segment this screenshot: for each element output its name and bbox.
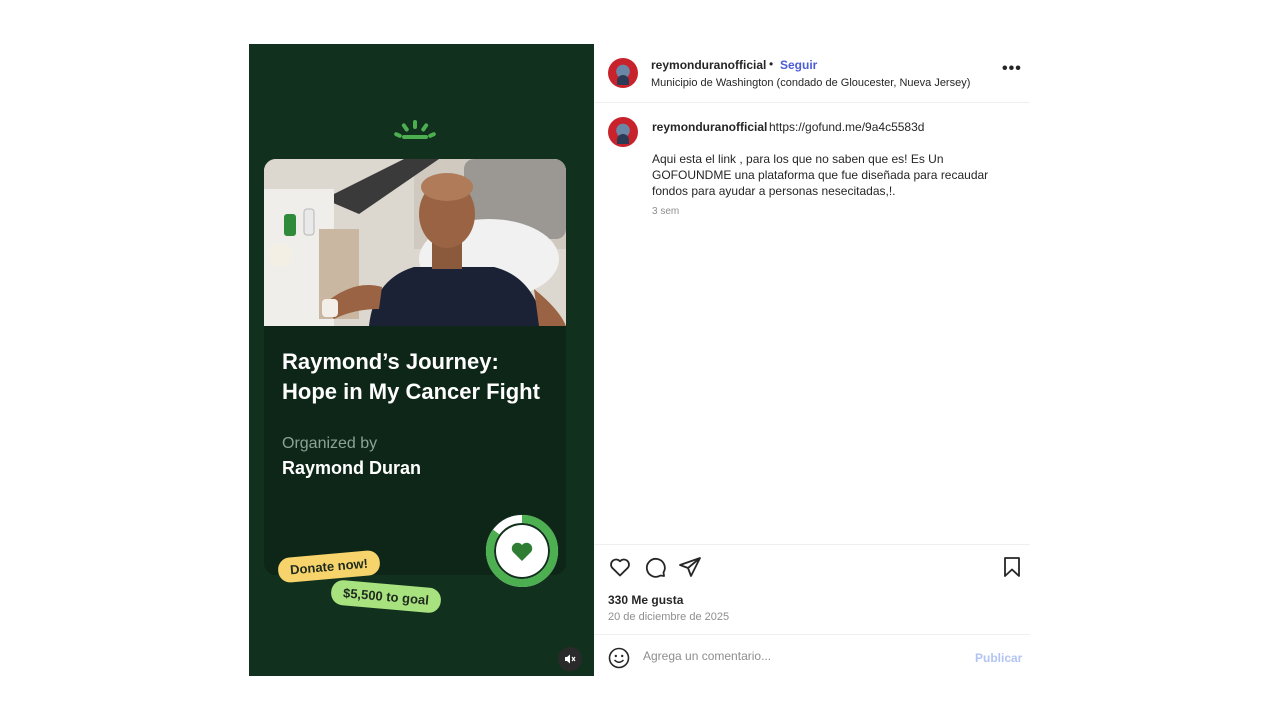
comment-input[interactable] xyxy=(643,649,943,663)
post-media[interactable]: Raymond’s Journey: Hope in My Cancer Fig… xyxy=(249,44,594,676)
follow-button[interactable]: Seguir xyxy=(780,58,817,72)
bookmark-icon[interactable] xyxy=(1000,555,1024,579)
post-date: 20 de diciembre de 2025 xyxy=(608,611,730,623)
header-separator: • xyxy=(769,57,774,71)
hospital-selfie-image xyxy=(264,159,566,326)
comment-divider xyxy=(594,634,1030,635)
more-options-icon[interactable]: ••• xyxy=(1002,60,1022,78)
caption-text: Aqui esta el link , para los que no sabe… xyxy=(652,152,989,198)
organized-by-label: Organized by xyxy=(282,435,378,452)
heart-icon[interactable] xyxy=(608,555,632,579)
emoji-icon[interactable] xyxy=(608,647,630,669)
comment-icon[interactable] xyxy=(643,555,667,579)
organizer-name: Raymond Duran xyxy=(282,458,422,478)
header-username[interactable]: reymonduranofficial xyxy=(651,58,766,72)
caption-timestamp: 3 sem xyxy=(652,206,680,217)
location-link[interactable]: Municipio de Washington (condado de Glou… xyxy=(651,77,970,89)
share-icon[interactable] xyxy=(678,555,702,579)
publish-button[interactable]: Publicar xyxy=(975,651,1022,665)
actions-divider xyxy=(594,544,1030,545)
likes-count[interactable]: 330 Me gusta xyxy=(608,593,683,607)
header-divider xyxy=(594,102,1030,103)
goal-badge: $5,500 to goal xyxy=(330,579,442,614)
caption-avatar[interactable] xyxy=(608,117,638,147)
gofundme-logo-icon xyxy=(394,120,436,139)
fundraiser-title: Raymond’s Journey: Hope in My Cancer Fig… xyxy=(282,349,540,404)
caption-link[interactable]: https://gofund.me/9a4c5583d xyxy=(769,120,924,134)
donation-progress-ring xyxy=(485,514,559,588)
post-details-panel: reymonduranofficial • Seguir Municipio d… xyxy=(594,44,1030,676)
mute-icon xyxy=(565,654,576,664)
avatar[interactable] xyxy=(608,58,638,88)
mute-button[interactable] xyxy=(558,647,582,671)
fundraiser-photo xyxy=(264,159,566,326)
caption-username[interactable]: reymonduranofficial xyxy=(652,120,767,134)
